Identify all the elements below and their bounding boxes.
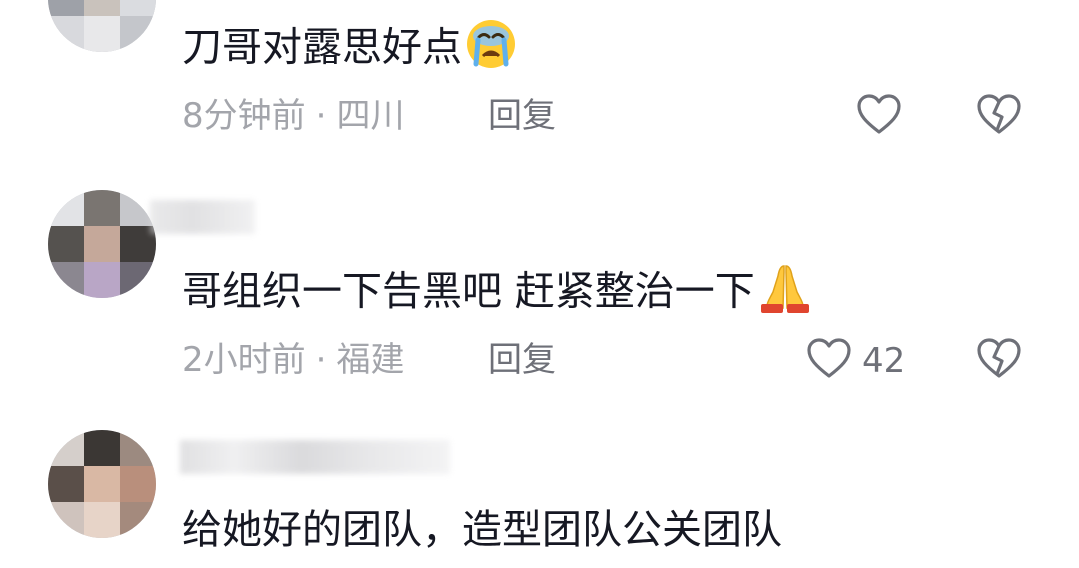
comment-time: 2小时前 — [182, 340, 306, 380]
meta-separator: · — [315, 96, 327, 136]
like-button[interactable] — [856, 92, 902, 142]
meta-separator: · — [315, 340, 327, 380]
comment-time: 8分钟前 — [182, 96, 306, 136]
broken-heart-icon — [976, 94, 1022, 142]
folded-hands-emoji — [757, 262, 813, 325]
comment-list: 刀哥对露思好点 8分钟前 · 四川 回复 哥组织一下告黑吧 赶紧整治一下 2小时… — [0, 0, 1079, 568]
comment-text: 给她好的团队，造型团队公关团队 — [182, 506, 782, 554]
like-button[interactable]: 42 — [806, 336, 905, 386]
username-blurred[interactable] — [180, 440, 450, 474]
avatar[interactable] — [48, 430, 156, 538]
loudly-crying-face-emoji — [464, 18, 518, 81]
comment-text-content: 哥组织一下告黑吧 赶紧整治一下 — [182, 268, 755, 315]
comment-text-content: 给她好的团队，造型团队公关团队 — [182, 507, 782, 553]
avatar[interactable] — [48, 0, 156, 52]
avatar[interactable] — [48, 190, 156, 298]
comment-location: 四川 — [336, 96, 405, 136]
reply-button[interactable]: 回复 — [488, 96, 556, 136]
broken-heart-icon — [976, 338, 1022, 386]
like-count: 42 — [862, 341, 906, 381]
comment-text-content: 刀哥对露思好点 — [182, 24, 462, 71]
heart-icon — [856, 92, 902, 142]
comment-meta: 2小时前 · 福建 — [182, 340, 404, 380]
heart-icon — [806, 336, 852, 386]
comment-text: 刀哥对露思好点 — [182, 18, 518, 81]
comment-text: 哥组织一下告黑吧 赶紧整治一下 — [182, 262, 813, 325]
dislike-button[interactable] — [976, 92, 1022, 142]
username-blurred[interactable] — [150, 200, 255, 234]
reply-button[interactable]: 回复 — [488, 340, 556, 380]
comment-location: 福建 — [336, 340, 405, 380]
comment-meta: 8分钟前 · 四川 — [182, 96, 404, 136]
dislike-button[interactable] — [976, 336, 1022, 386]
